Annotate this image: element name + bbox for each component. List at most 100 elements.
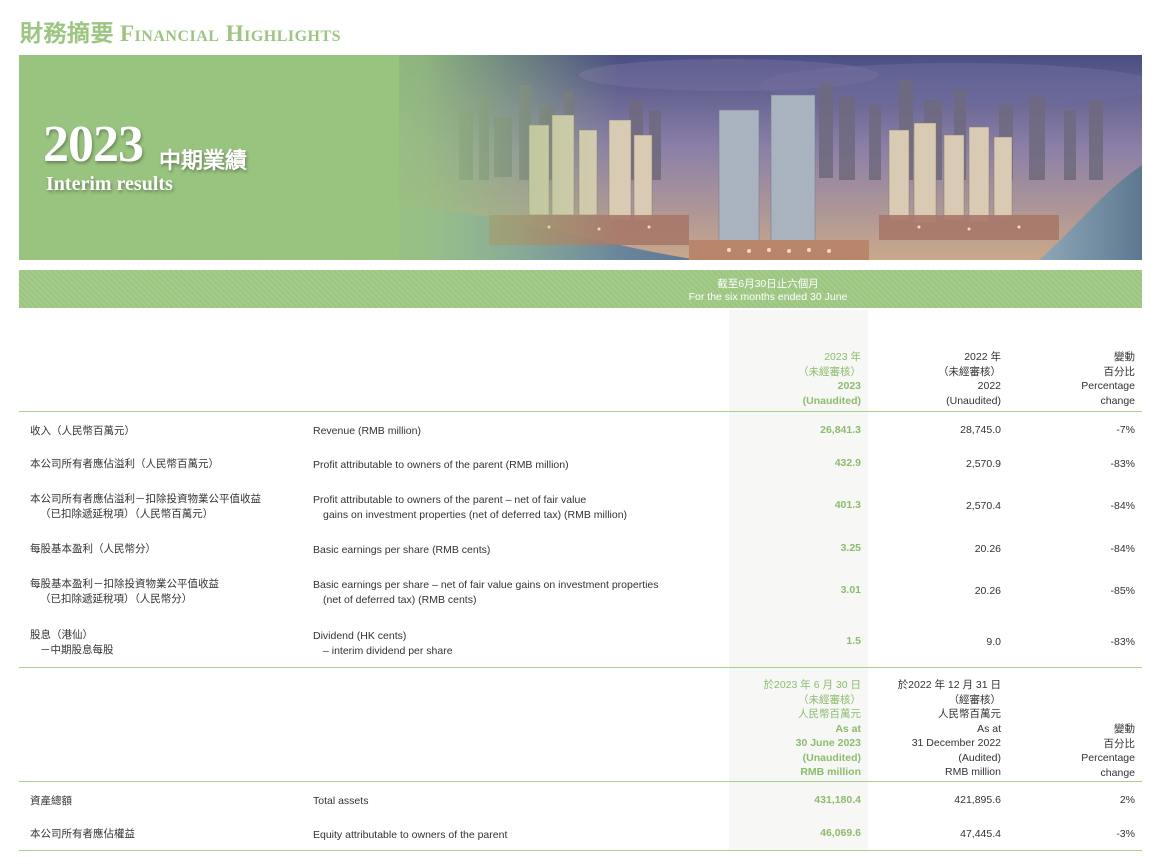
period-header-bar: 截至6月30日止六個月 For the six months ended 30 … (19, 270, 1142, 308)
header-pc-line: change (1100, 394, 1135, 407)
value-2022: 28,745.0 (960, 424, 1001, 436)
balance-header-pc-line: 百分比 (1103, 737, 1136, 750)
balance-header-2023: 於2023 年 6 月 30 日 （未經審核） 人民幣百萬元 As at 30 … (764, 678, 861, 780)
row-label-zh-line: 每股基本盈利－扣除投資物業公平值收益 (30, 578, 219, 590)
row-label-en: Profit attributable to owners of the par… (313, 493, 627, 522)
row-label-en: Dividend (HK cents) – interim dividend p… (313, 629, 453, 658)
balance-value-percentage-change: -3% (1116, 828, 1135, 840)
balance-header-pc-line: 變動 (1114, 723, 1135, 735)
period-label-zh: 截至6月30日止六個月 (717, 278, 819, 290)
row-label-en-line: (net of deferred tax) (RMB cents) (323, 593, 477, 606)
balance-value-2023: 46,069.6 (820, 827, 861, 839)
row-label-zh-line: 本公司所有者應佔溢利－扣除投資物業公平值收益 (30, 493, 261, 505)
header-2022-line: 2022 年 (964, 351, 1001, 363)
header-2022-line: (Unaudited) (946, 394, 1001, 407)
banner-year: 2023 (43, 116, 144, 173)
value-percentage-change: -84% (1110, 543, 1135, 555)
balance-header-2022-line: 31 December 2022 (911, 737, 1001, 749)
header-2022-line: 2022 (977, 380, 1001, 392)
row-label-en: Profit attributable to owners of the par… (313, 459, 569, 471)
row-label-zh-line: （已扣除遞延稅項）（人民幣百萬元） (40, 507, 214, 520)
balance-header-2023-line: As at (835, 722, 861, 735)
balance-value-percentage-change: 2% (1119, 794, 1135, 806)
banner: 2023 中期業績 Interim results (19, 55, 1142, 260)
value-percentage-change: -84% (1110, 500, 1135, 512)
value-2022: 9.0 (986, 636, 1001, 648)
row-label-zh: 收入（人民幣百萬元） (30, 425, 135, 437)
header-pc-line: Percentage (1081, 380, 1135, 392)
value-2023: 1.5 (846, 635, 861, 647)
value-2022: 20.26 (974, 543, 1001, 555)
balance-row-label-en: Equity attributable to owners of the par… (313, 829, 508, 841)
balance-header-2022-line: RMB million (944, 766, 1001, 778)
balance-header-2022-line: （經審核） (948, 693, 1002, 706)
balance-row-label-zh: 本公司所有者應佔權益 (30, 828, 135, 840)
header-2023-line: （未經審核） (798, 365, 861, 378)
divider (19, 411, 1142, 412)
row-label-en-line: gains on investment properties (net of d… (323, 508, 628, 521)
row-label-zh: 本公司所有者應佔溢利－扣除投資物業公平值收益 （已扣除遞延稅項）（人民幣百萬元） (30, 492, 261, 521)
row-label-en: Basic earnings per share (RMB cents) (313, 544, 491, 556)
balance-header-pc-line: change (1100, 766, 1135, 779)
balance-header-pc-line: Percentage (1081, 752, 1135, 764)
row-label-en-line: Dividend (HK cents) (313, 630, 407, 642)
row-label-zh-line: （已扣除遞延稅項）（人民幣分） (40, 592, 193, 605)
header-2022: 2022 年 （未經審核） 2022 (Unaudited) (938, 350, 1001, 408)
header-2023-line: 2023 年 (824, 351, 861, 363)
balance-header-2022-line: 於2022 年 12 月 31 日 (897, 679, 1001, 691)
section-title: 財務摘要 Financial Highlights (20, 14, 341, 48)
row-label-zh: 每股基本盈利（人民幣分） (30, 543, 156, 555)
balance-header-2023-line: 人民幣百萬元 (798, 708, 861, 720)
balance-header-percentage-change: 變動 百分比 Percentage change (1081, 722, 1135, 780)
value-percentage-change: -83% (1110, 458, 1135, 470)
row-label-zh-line: －中期股息每股 (40, 643, 114, 656)
row-label-zh: 每股基本盈利－扣除投資物業公平值收益 （已扣除遞延稅項）（人民幣分） (30, 577, 219, 606)
header-2022-line: （未經審核） (938, 365, 1001, 378)
balance-row-label-en: Total assets (313, 795, 369, 807)
balance-header-2023-line: 30 June 2023 (795, 737, 861, 749)
balance-value-2022: 47,445.4 (960, 828, 1001, 840)
period-label-en: For the six months ended 30 June (688, 291, 848, 303)
balance-value-2022: 421,895.6 (954, 794, 1001, 806)
value-percentage-change: -85% (1110, 585, 1135, 597)
value-2022: 20.26 (974, 585, 1001, 597)
value-2023: 401.3 (834, 499, 861, 511)
header-2023-line: 2023 (837, 380, 861, 392)
row-label-en: Basic earnings per share – net of fair v… (313, 578, 659, 607)
header-2023: 2023 年 （未經審核） 2023 (Unaudited) (798, 350, 861, 408)
header-pc-line: 百分比 (1103, 365, 1136, 378)
balance-header-2023-line: （未經審核） (798, 693, 861, 706)
row-label-zh: 本公司所有者應佔溢利（人民幣百萬元） (30, 458, 219, 470)
row-label-zh: 股息（港仙） －中期股息每股 (30, 628, 114, 657)
header-pc-line: 變動 (1114, 351, 1135, 363)
value-2023: 3.25 (840, 542, 861, 554)
header-2023-line: (Unaudited) (802, 394, 861, 407)
section-title-en: Financial Highlights (120, 21, 342, 46)
divider (19, 850, 1142, 851)
section-title-zh: 財務摘要 (20, 21, 114, 46)
balance-row-label-zh: 資產總額 (30, 795, 72, 807)
header-percentage-change: 變動 百分比 Percentage change (1081, 350, 1135, 408)
balance-header-2022-line: (Audited) (958, 751, 1001, 764)
value-2022: 2,570.4 (965, 500, 1001, 512)
divider (19, 781, 1142, 782)
value-percentage-change: -7% (1116, 424, 1135, 436)
value-2023: 3.01 (840, 584, 861, 596)
balance-header-2022-line: 人民幣百萬元 (938, 708, 1001, 720)
row-label-en: Revenue (RMB million) (313, 425, 421, 437)
balance-header-2023-line: 於2023 年 6 月 30 日 (763, 679, 861, 691)
balance-header-2023-line: (Unaudited) (802, 751, 861, 764)
banner-fade (319, 55, 619, 260)
value-2022: 2,570.9 (965, 458, 1001, 470)
row-label-en-line: Basic earnings per share – net of fair v… (313, 579, 659, 591)
value-2023: 26,841.3 (820, 424, 861, 436)
balance-header-2022-line: As at (977, 722, 1001, 735)
value-percentage-change: -83% (1110, 636, 1135, 648)
divider (19, 667, 1142, 668)
row-label-en-line: – interim dividend per share (323, 644, 453, 657)
row-label-zh-line: 股息（港仙） (30, 629, 93, 641)
row-label-en-line: Profit attributable to owners of the par… (313, 494, 587, 506)
balance-header-2022: 於2022 年 12 月 31 日 （經審核） 人民幣百萬元 As at 31 … (898, 678, 1001, 780)
banner-title-en: Interim results (46, 173, 173, 195)
balance-header-2023-line: RMB million (800, 766, 861, 778)
